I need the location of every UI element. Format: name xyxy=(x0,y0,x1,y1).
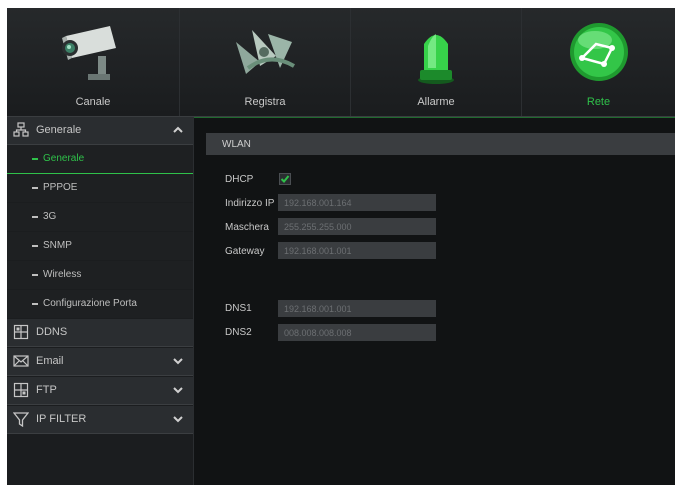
section-header-wlan: WLAN xyxy=(206,133,675,155)
dash-icon xyxy=(32,158,38,160)
tab-rete[interactable]: Rete xyxy=(522,8,675,116)
tab-label: Registra xyxy=(244,96,286,108)
ddns-icon xyxy=(13,324,29,340)
sidebar-item-label: Configurazione Porta xyxy=(43,298,137,309)
sidebar-item-generale[interactable]: Generale xyxy=(7,145,193,174)
content-panel: WLAN DHCP Indirizzo IP 192.168.001.164 M… xyxy=(194,117,675,485)
sidebar-section-label: FTP xyxy=(36,384,57,396)
sidebar-item-pppoe[interactable]: PPPOE xyxy=(7,174,193,202)
sidebar-item-3g[interactable]: 3G xyxy=(7,203,193,231)
tab-label: Canale xyxy=(75,96,111,108)
sidebar-item-label: SNMP xyxy=(43,240,72,251)
sidebar-item-wireless[interactable]: Wireless xyxy=(7,261,193,289)
filter-icon xyxy=(12,411,30,428)
sidebar-item-label: Generale xyxy=(43,153,85,164)
sidebar-item-snmp[interactable]: SNMP xyxy=(7,232,193,260)
sidebar-section-ddns[interactable]: DDNS xyxy=(7,319,193,347)
tab-canale[interactable]: Canale xyxy=(7,8,180,116)
chevron-up-icon[interactable] xyxy=(173,125,183,135)
dhcp-label: DHCP xyxy=(225,174,254,185)
dns1-field[interactable]: 192.168.001.001 xyxy=(278,300,436,317)
camera-icon xyxy=(58,22,128,86)
ftp-icon xyxy=(13,382,29,398)
dns2-label: DNS2 xyxy=(225,327,252,338)
sidebar-section-label: Generale xyxy=(36,124,82,136)
gateway-label: Gateway xyxy=(225,246,265,257)
sidebar-section-label: Email xyxy=(36,355,64,367)
gateway-field[interactable]: 192.168.001.001 xyxy=(278,242,436,259)
dhcp-checkbox[interactable] xyxy=(279,172,291,185)
sidebar-item-label: PPPOE xyxy=(43,182,78,193)
tab-label: Rete xyxy=(586,96,611,108)
tab-allarme[interactable]: Allarme xyxy=(351,8,522,116)
envelope-icon xyxy=(13,353,29,369)
chevron-down-icon[interactable] xyxy=(173,356,183,366)
tab-registra[interactable]: Registra xyxy=(180,8,351,116)
film-reel-icon xyxy=(230,22,300,86)
sidebar-section-ip-filter[interactable]: IP FILTER xyxy=(7,406,193,434)
sidebar-section-generale[interactable]: Generale xyxy=(7,117,193,145)
sidebar-item-label: Wireless xyxy=(43,269,82,280)
network-globe-icon xyxy=(564,22,634,86)
dns2-value: 008.008.008.008 xyxy=(284,328,352,338)
sidebar-section-label: IP FILTER xyxy=(36,413,87,425)
top-nav: Canale Registra Allarme Rete xyxy=(7,8,675,117)
dash-icon xyxy=(32,187,38,189)
section-title: WLAN xyxy=(222,139,251,150)
alarm-beacon-icon xyxy=(401,22,471,86)
dns2-field[interactable]: 008.008.008.008 xyxy=(278,324,436,341)
dns1-label: DNS1 xyxy=(225,303,252,314)
sidebar-item-label: 3G xyxy=(43,211,57,222)
subnet-mask-field[interactable]: 255.255.255.000 xyxy=(278,218,436,235)
subnet-mask-value: 255.255.255.000 xyxy=(284,222,352,232)
chevron-down-icon[interactable] xyxy=(173,385,183,395)
dash-icon xyxy=(32,274,38,276)
network-icon xyxy=(13,122,29,138)
tab-label: Allarme xyxy=(417,96,455,108)
gateway-value: 192.168.001.001 xyxy=(284,246,352,256)
dash-icon xyxy=(32,245,38,247)
dash-icon xyxy=(32,216,38,218)
sidebar: Generale Generale PPPOE 3G SNMP Wireless xyxy=(7,117,194,485)
app-window: Canale Registra Allarme Rete Generale Ge… xyxy=(7,8,675,485)
sidebar-section-label: DDNS xyxy=(36,326,68,338)
sidebar-section-ftp[interactable]: FTP xyxy=(7,377,193,405)
sidebar-item-configurazione-porta[interactable]: Configurazione Porta xyxy=(7,290,193,318)
chevron-down-icon[interactable] xyxy=(173,414,183,424)
ip-label: Indirizzo IP xyxy=(225,198,275,209)
sidebar-section-email[interactable]: Email xyxy=(7,348,193,376)
dash-icon xyxy=(32,303,38,305)
ip-address-value: 192.168.001.164 xyxy=(284,198,352,208)
dns1-value: 192.168.001.001 xyxy=(284,304,352,314)
mask-label: Maschera xyxy=(225,222,269,233)
ip-address-field[interactable]: 192.168.001.164 xyxy=(278,194,436,211)
